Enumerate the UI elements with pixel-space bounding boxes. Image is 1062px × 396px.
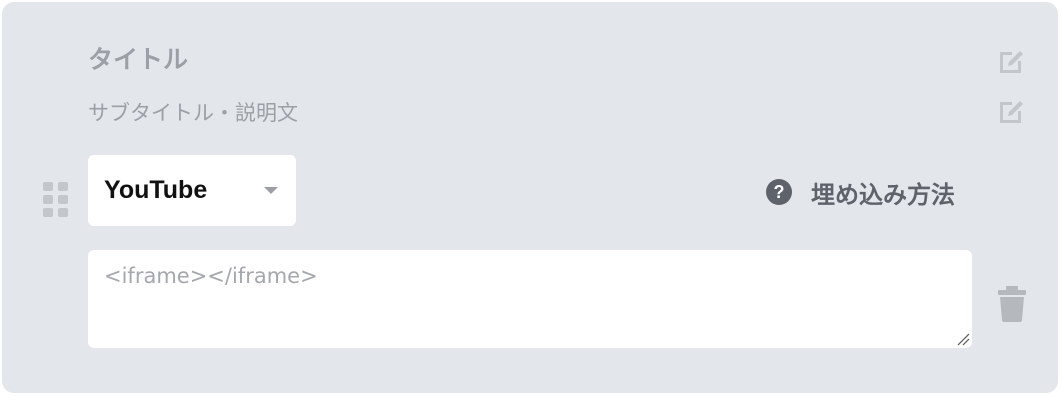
embed-type-select[interactable]: YouTube — [88, 155, 296, 226]
embed-help-label: 埋め込み方法 — [811, 180, 955, 209]
edit-subtitle-icon[interactable] — [995, 94, 1027, 126]
drag-handle-icon[interactable] — [43, 182, 71, 218]
resize-grip-icon[interactable] — [956, 332, 970, 346]
embed-type-selected: YouTube — [104, 176, 208, 204]
embed-block-card: タイトル サブタイトル・説明文 YouTube ? 埋め込み方法 — [2, 2, 1058, 393]
embed-help-link[interactable]: ? 埋め込み方法 — [766, 174, 955, 210]
block-title: タイトル — [88, 45, 189, 74]
trash-icon[interactable] — [997, 286, 1027, 322]
question-circle-icon: ? — [766, 179, 792, 205]
chevron-down-icon — [264, 187, 278, 194]
block-subtitle: サブタイトル・説明文 — [88, 101, 298, 125]
edit-title-icon[interactable] — [995, 44, 1027, 76]
embed-code-input[interactable] — [88, 250, 972, 348]
